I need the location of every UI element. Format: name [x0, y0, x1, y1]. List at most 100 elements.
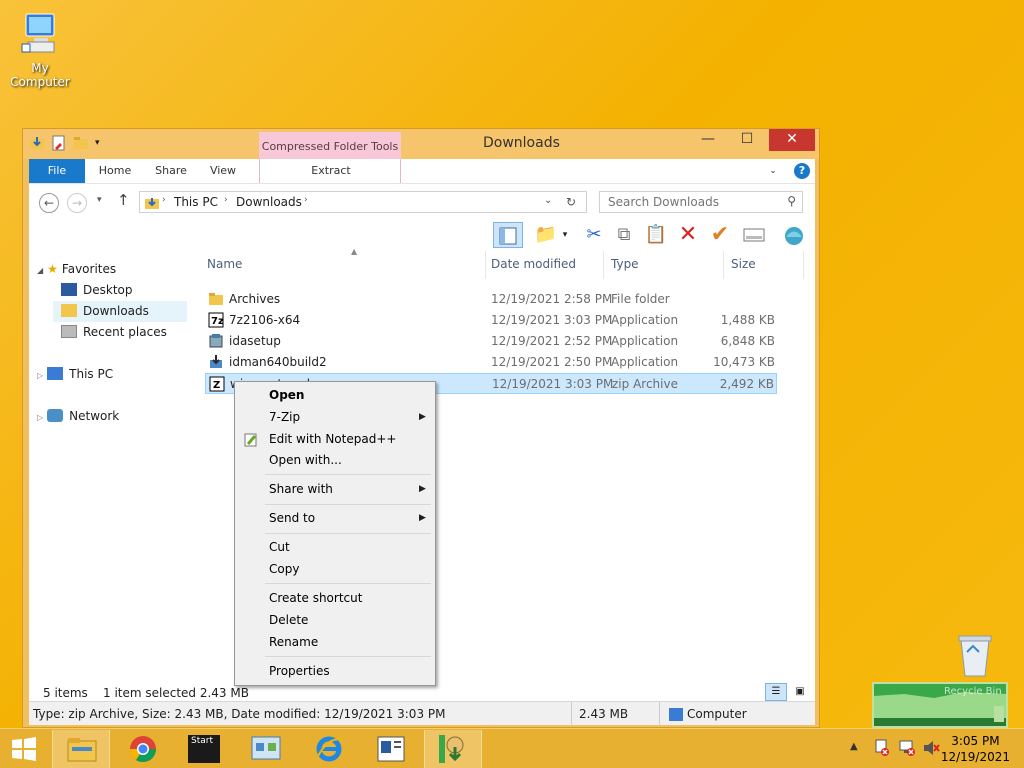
column-name[interactable]: Name: [207, 257, 242, 271]
file-row-7z2106[interactable]: 7z 7z2106-x64 12/19/2021 3:03 PM Applica…: [205, 310, 777, 331]
column-separator[interactable]: [803, 251, 804, 279]
tab-extract[interactable]: Extract: [309, 159, 353, 183]
properties-icon[interactable]: [51, 135, 67, 151]
copy-button[interactable]: ⧉: [611, 222, 637, 248]
start-button[interactable]: [0, 730, 48, 768]
column-separator[interactable]: [723, 251, 724, 279]
minimize-button[interactable]: —: [693, 129, 723, 151]
show-hidden-icons[interactable]: ▲: [850, 741, 858, 752]
file-explorer-icon: [67, 738, 97, 762]
shell-button[interactable]: [781, 222, 807, 248]
file-date: 12/19/2021 2:58 PM: [491, 292, 613, 306]
column-date-modified[interactable]: Date modified: [491, 257, 576, 271]
breadcrumb-this-pc[interactable]: This PC: [174, 195, 218, 209]
close-button[interactable]: ✕: [769, 129, 815, 151]
menu-item-open-with[interactable]: Open with...: [269, 453, 342, 467]
taskbar-idm[interactable]: [424, 730, 482, 768]
nav-desktop[interactable]: Desktop: [57, 280, 187, 301]
file-type: zip Archive: [612, 377, 678, 391]
menu-item-edit-notepadpp[interactable]: Edit with Notepad++: [269, 432, 396, 446]
status-details: Type: zip Archive, Size: 2.43 MB, Date m…: [33, 707, 446, 721]
network-monitor-widget[interactable]: Recycle Bin: [872, 682, 1008, 728]
column-type[interactable]: Type: [611, 257, 639, 271]
column-separator[interactable]: [603, 251, 604, 279]
back-button[interactable]: ←: [39, 193, 59, 213]
ribbon-expand-icon[interactable]: ⌄: [765, 159, 781, 183]
action-center-icon[interactable]: [874, 739, 890, 757]
nav-favorites[interactable]: ◢ ★ Favorites: [37, 259, 116, 280]
file-date: 12/19/2021 2:52 PM: [491, 334, 613, 348]
tab-share[interactable]: Share: [149, 159, 193, 183]
address-dropdown-icon[interactable]: ⌄: [544, 195, 552, 206]
volume-muted-icon[interactable]: [922, 739, 940, 757]
properties-button[interactable]: [741, 222, 767, 248]
nav-recent-places[interactable]: Recent places: [57, 322, 187, 343]
search-box[interactable]: ⚲: [599, 191, 803, 213]
taskbar-chrome[interactable]: [114, 730, 172, 768]
tab-home[interactable]: Home: [91, 159, 139, 183]
taskbar-control-panel[interactable]: [238, 730, 296, 768]
file-size: 2,492 KB: [719, 377, 774, 391]
system-clock[interactable]: 3:05 PM 12/19/2021: [941, 733, 1010, 765]
preview-pane-button[interactable]: [493, 222, 523, 248]
large-icons-view-icon: ▣: [795, 686, 805, 697]
taskbar-start-app[interactable]: Start: [176, 730, 234, 768]
folder-options-dropdown-icon[interactable]: ▾: [559, 222, 571, 248]
menu-item-cut[interactable]: Cut: [269, 540, 290, 554]
menu-item-copy[interactable]: Copy: [269, 562, 299, 576]
network-status-icon[interactable]: [898, 739, 916, 757]
column-size[interactable]: Size: [731, 257, 756, 271]
taskbar-file-explorer[interactable]: [52, 730, 110, 768]
new-folder-icon[interactable]: [73, 135, 89, 151]
file-row-idasetup[interactable]: idasetup 12/19/2021 2:52 PM Application …: [205, 331, 777, 352]
up-arrow-icon[interactable]: ↑: [117, 191, 130, 209]
recent-locations-icon[interactable]: ▾: [97, 195, 102, 205]
column-separator[interactable]: [485, 251, 486, 279]
computer-icon: [2, 12, 78, 59]
menu-item-properties[interactable]: Properties: [269, 664, 330, 678]
menu-item-rename[interactable]: Rename: [269, 635, 318, 649]
file-date: 12/19/2021 2:50 PM: [491, 355, 613, 369]
help-icon[interactable]: ?: [793, 159, 811, 183]
recycle-bin-label: Recycle Bin: [944, 686, 1002, 697]
details-view-icon: ☰: [771, 686, 781, 697]
cut-button[interactable]: ✂: [581, 222, 607, 248]
title-bar[interactable]: ▾ Compressed Folder Tools Downloads — ☐ …: [23, 129, 819, 159]
nav-this-pc-label: This PC: [69, 367, 114, 381]
folder-down-icon[interactable]: [29, 135, 45, 151]
menu-item-share-with[interactable]: Share with: [269, 482, 333, 496]
details-view-button[interactable]: ☰: [765, 683, 787, 701]
folder-options-button[interactable]: 📁: [533, 222, 559, 248]
tab-file[interactable]: File: [29, 159, 85, 183]
large-icons-view-button[interactable]: ▣: [791, 683, 809, 701]
refresh-icon[interactable]: ↻: [566, 195, 576, 209]
menu-item-send-to[interactable]: Send to: [269, 511, 315, 525]
expand-arrow-icon: ◢: [37, 266, 44, 275]
file-row-archives[interactable]: Archives 12/19/2021 2:58 PM File folder: [205, 289, 777, 310]
rename-button[interactable]: ✔: [707, 222, 733, 248]
search-icon[interactable]: ⚲: [787, 194, 796, 208]
nav-this-pc[interactable]: ▷ This PC: [37, 364, 113, 385]
menu-item-7zip[interactable]: 7-Zip: [269, 410, 300, 424]
menu-item-delete[interactable]: Delete: [269, 613, 308, 627]
taskbar-reader-app[interactable]: [362, 730, 420, 768]
paste-button[interactable]: 📋: [643, 222, 669, 248]
recycle-bin[interactable]: [955, 632, 995, 678]
delete-button[interactable]: ✕: [675, 222, 701, 248]
submenu-arrow-icon: ▶: [419, 513, 426, 523]
forward-button[interactable]: →: [67, 193, 87, 213]
ribbon-tabs: File Home Share View Extract ⌄ ?: [29, 159, 815, 183]
desktop-icon-my-computer[interactable]: My Computer: [2, 12, 78, 89]
tab-view[interactable]: View: [203, 159, 243, 183]
menu-item-open[interactable]: Open: [269, 388, 304, 402]
menu-item-create-shortcut[interactable]: Create shortcut: [269, 591, 362, 605]
qat-dropdown-icon[interactable]: ▾: [95, 138, 100, 148]
nav-network[interactable]: ▷ Network: [37, 406, 119, 427]
breadcrumb-downloads[interactable]: Downloads: [236, 195, 302, 209]
taskbar-internet-explorer[interactable]: [300, 730, 358, 768]
nav-downloads[interactable]: Downloads: [53, 301, 187, 322]
maximize-button[interactable]: ☐: [729, 129, 765, 151]
address-field[interactable]: › This PC › Downloads › ⌄ ↻: [139, 191, 587, 213]
search-input[interactable]: [608, 193, 778, 211]
file-row-idman[interactable]: idman640build2 12/19/2021 2:50 PM Applic…: [205, 352, 777, 373]
